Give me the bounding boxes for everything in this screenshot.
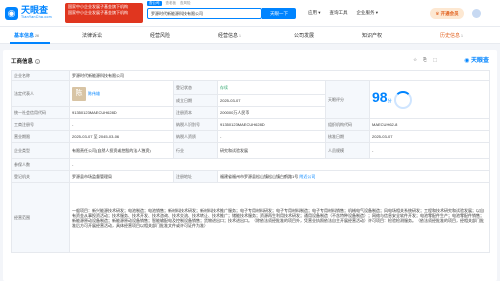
search-button[interactable]: 天眼一下 <box>262 8 296 19</box>
nav-enterprise-services[interactable]: 企业服务 ▾ <box>357 10 379 16</box>
label-score: 天眼评分 <box>325 80 370 119</box>
nav-apps[interactable]: 应用 ▾ <box>308 10 321 16</box>
label-legal-rep: 法定代表人 <box>11 80 70 107</box>
company-name: 罗源时代新能源科技有限公司 <box>68 70 491 81</box>
top-header: ◉ 天眼查 TianYanCha.com 国家中小企业发展子基金旗下机构 国家中… <box>0 0 500 27</box>
user-avatar[interactable] <box>472 9 481 18</box>
label-company-type: 企业类型 <box>11 142 70 159</box>
tab-ip[interactable]: 知识产权 <box>362 32 382 39</box>
vip-button[interactable]: ♛ 开通会员 <box>430 8 464 19</box>
status-value: 存续 <box>217 80 326 95</box>
score-ring-icon <box>393 91 412 110</box>
site-logo[interactable]: ◉ 天眼查 TianYanCha.com <box>5 6 52 20</box>
reg-no-value: - <box>69 118 174 131</box>
search-tab-risk[interactable]: 查风险 <box>180 1 191 6</box>
nav-query-tools[interactable]: 查询工具 <box>330 10 348 16</box>
established-value: 2025-03-07 <box>217 94 326 107</box>
tab-basic-info[interactable]: 基本信息26 <box>14 32 39 39</box>
label-industry: 行业 <box>173 142 218 159</box>
company-type-value: 有限责任公司(自然人投资或控股的法人独资) <box>69 142 174 159</box>
approval-value: 2025-03-07 <box>368 130 491 143</box>
score-unit: 分 <box>387 97 392 103</box>
term-value: 2025-03-07 至 2045-03-06 <box>69 130 174 143</box>
business-info-table: 企业名称 罗源时代新能源科技有限公司 法定代表人 陈陈伟雄 登记状态 存续 天眼… <box>11 70 491 253</box>
logo-text: 天眼查 <box>21 5 49 15</box>
label-address: 注册地址 <box>173 170 218 183</box>
card-title: 工商信息 i <box>11 57 41 65</box>
promo-line-2: 国家中小企业发展子基金旗下机构 <box>68 10 128 15</box>
info-icon[interactable]: i <box>35 59 41 65</box>
search-tab-boss[interactable]: 查老板 <box>166 1 177 6</box>
label-taxpayer-quali: 纳税人资质 <box>173 130 218 143</box>
address-value: 福建省福州市罗源县松山镇松山镇白鹤路1号 <box>220 174 299 179</box>
active-tab-indicator <box>10 42 50 44</box>
industry-value: 研究和试验发展 <box>217 142 326 159</box>
top-nav: 应用 ▾ 查询工具 企业服务 ▾ <box>308 10 378 16</box>
search-type-tabs: 查公司 查老板 查风险 <box>147 1 191 6</box>
address-cell: 福建省福州市罗源县松山镇松山镇白鹤路1号 附近公司 <box>216 170 491 183</box>
legal-rep-link[interactable]: 陈伟雄 <box>88 91 100 96</box>
business-info-card: 工商信息 i ☆ ⎘ ⬚ ◉ 天眼查 企业名称 罗源时代新能源科技有限公司 法定代… <box>3 50 497 281</box>
label-reg-no: 工商注册号 <box>11 118 70 131</box>
legal-rep-avatar: 陈 <box>72 86 86 101</box>
label-insured: 参保人数 <box>11 158 70 171</box>
label-taxpayer-id: 纳税人识别号 <box>173 118 218 131</box>
export-icon[interactable]: ⬚ <box>433 57 437 63</box>
tab-development[interactable]: 公司发展 <box>294 32 314 39</box>
label-org-code: 组织机构代码 <box>325 118 370 131</box>
card-actions: ☆ ⎘ ⬚ <box>413 57 437 63</box>
score-value: 98 <box>372 88 388 105</box>
search-tab-company[interactable]: 查公司 <box>147 1 162 6</box>
tab-legal[interactable]: 法律诉讼 <box>82 32 102 39</box>
tab-business-info[interactable]: 经营信息1 <box>218 32 241 39</box>
score-cell: 98分 <box>368 80 491 119</box>
section-tabs: 基本信息26 法律诉讼 经营风险 经营信息1 公司发展 知识产权 历史信息1 <box>0 27 500 44</box>
promo-banner[interactable]: 国家中小企业发展子基金旗下机构 国家中小企业发展子基金旗下机构 <box>65 3 143 23</box>
taxpayer-quali-value: - <box>217 130 326 143</box>
tab-business-risk[interactable]: 经营风险 <box>150 32 170 39</box>
label-scope: 经营范围 <box>11 182 70 253</box>
label-credit-code: 统一社会信用代码 <box>11 106 70 119</box>
search-input[interactable]: 罗源时代新能源科技有限公司 <box>147 8 262 19</box>
insured-value: - <box>68 158 491 171</box>
label-company-name: 企业名称 <box>11 70 70 81</box>
logo-eye-icon: ◉ <box>5 6 18 20</box>
taxpayer-id-value: 91350123MAECUH628D <box>217 118 326 131</box>
logo-subtext: TianYanCha.com <box>21 15 52 19</box>
label-status: 登记状态 <box>173 80 218 95</box>
label-term: 营业期限 <box>11 130 70 143</box>
legal-rep-cell: 陈陈伟雄 <box>69 80 174 107</box>
brand-watermark: ◉ 天眼查 <box>464 58 489 64</box>
label-staff: 人员规模 <box>325 142 370 159</box>
reg-authority-value: 罗源县市场监督管理局 <box>69 170 174 183</box>
copy-icon[interactable]: ⎘ <box>423 57 427 63</box>
nearby-companies-link[interactable]: 附近公司 <box>299 174 315 179</box>
star-icon[interactable]: ☆ <box>413 57 417 63</box>
label-reg-capital: 注册资本 <box>173 106 218 119</box>
reg-capital-value: 200000万人民币 <box>217 106 326 119</box>
org-code-value: MAECUH62-8 <box>368 118 491 131</box>
staff-value: - <box>368 142 491 159</box>
tab-history[interactable]: 历史信息1 <box>440 32 463 39</box>
scope-value: 一般项目：新兴能源技术研发；电池制造；电池销售；新材料技术研发；新材料技术推广服… <box>68 182 491 253</box>
label-established: 成立日期 <box>173 94 218 107</box>
label-reg-authority: 登记机关 <box>11 170 70 183</box>
label-approval: 核准日期 <box>325 130 370 143</box>
credit-code-value: 91350123MAECUH628D <box>69 106 174 119</box>
